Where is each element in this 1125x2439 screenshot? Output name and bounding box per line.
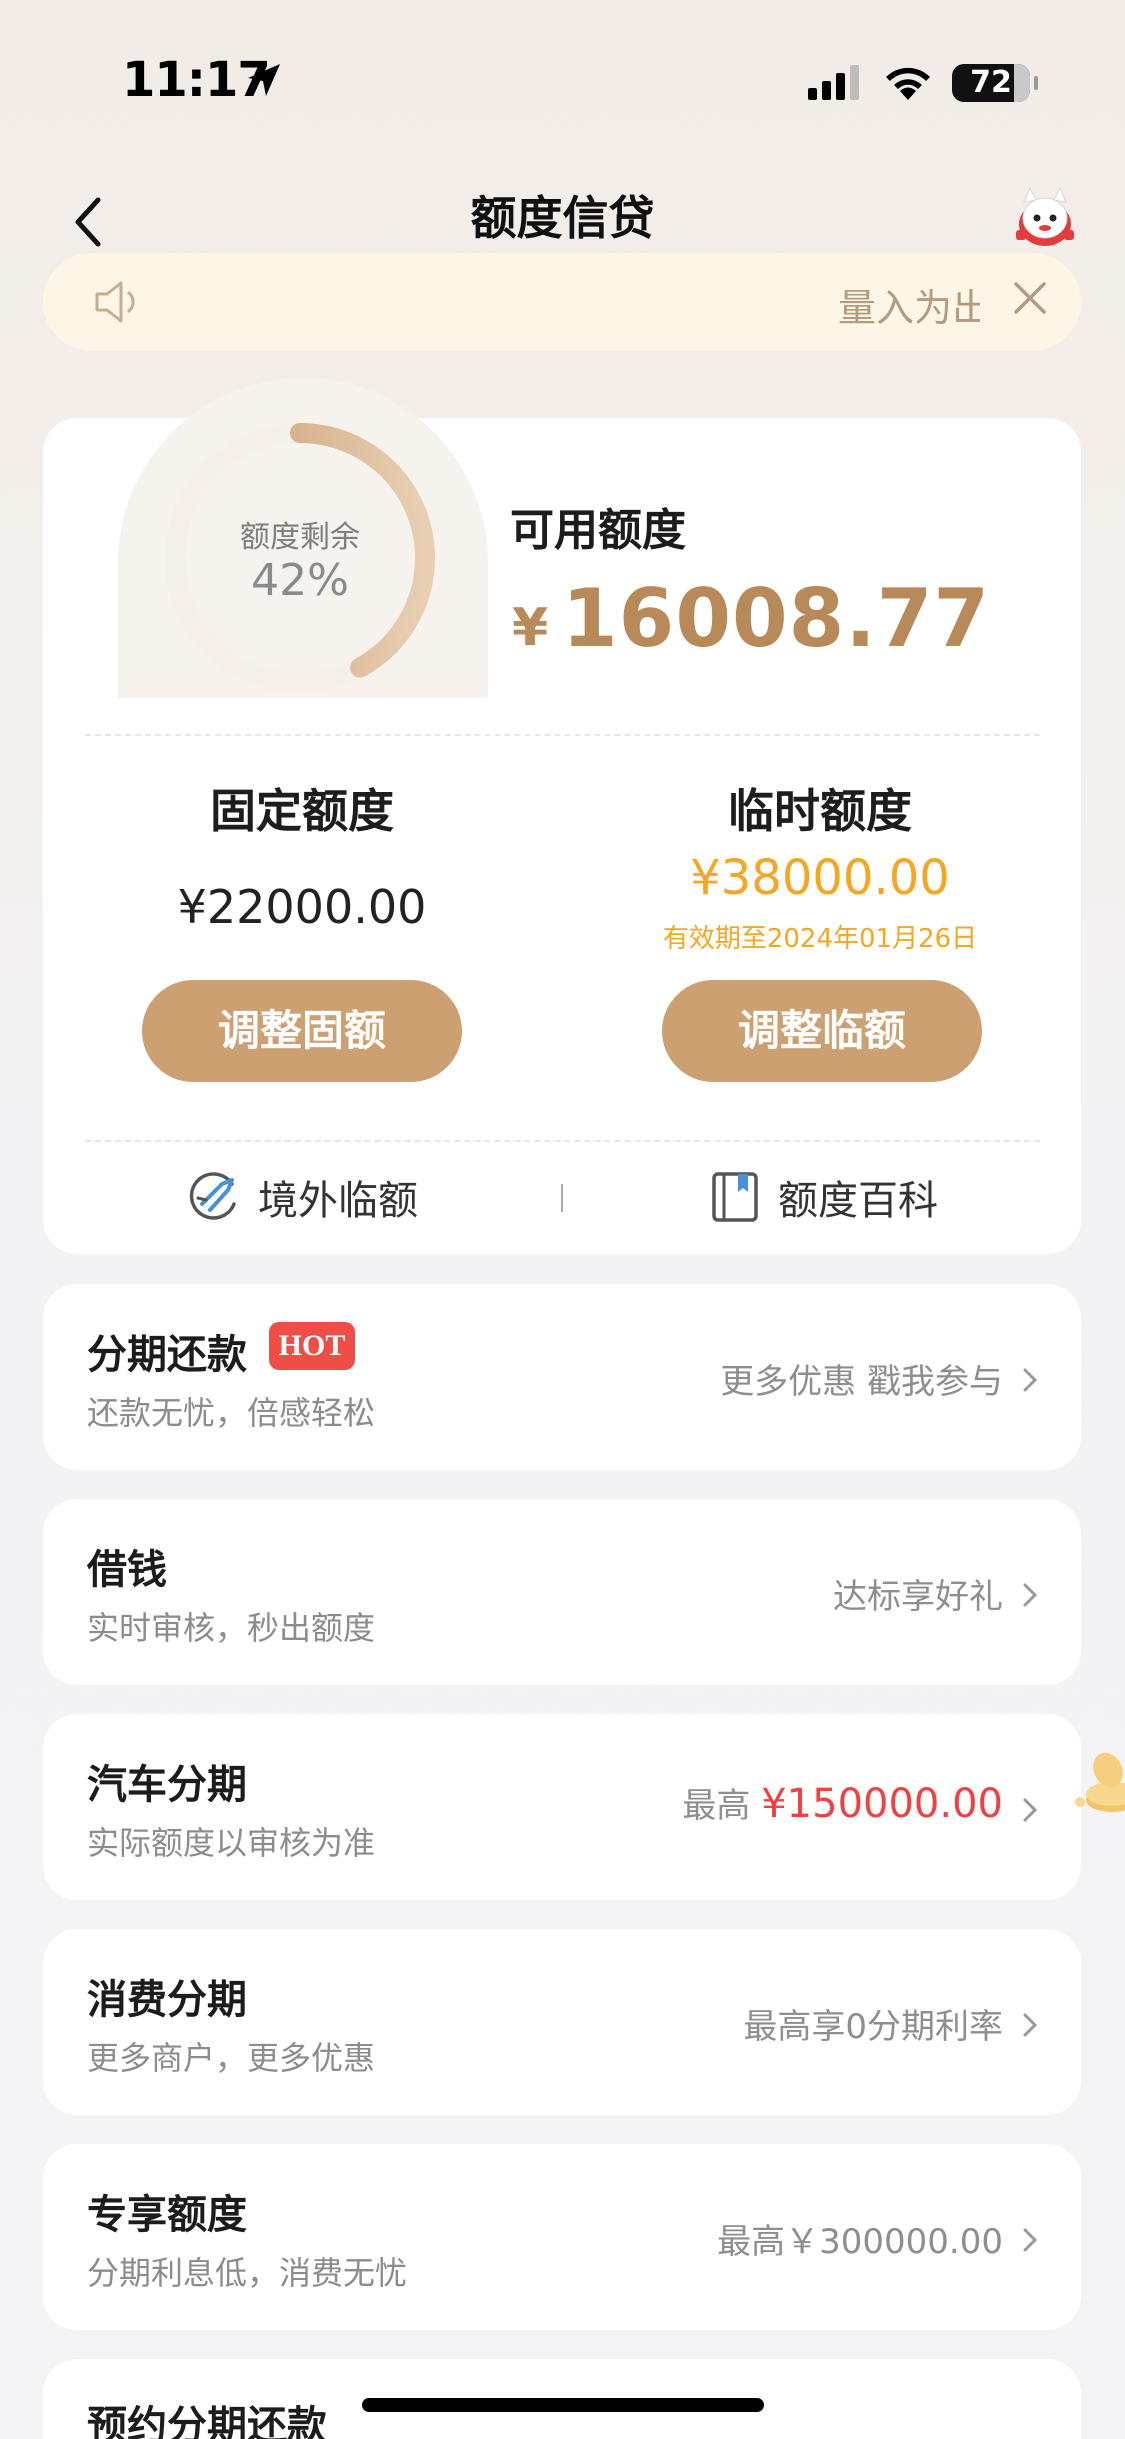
book-icon — [712, 1172, 758, 1222]
divider — [85, 1140, 1040, 1142]
list-item-installment-repay[interactable]: 分期还款 HOT 还款无忧，倍感轻松 更多优惠 戳我参与 — [43, 1284, 1081, 1470]
chevron-right-icon — [1023, 1368, 1038, 1392]
floating-coins-icon[interactable] — [1068, 1740, 1125, 1860]
nav-bar: 额度信贷 — [0, 160, 1125, 260]
credit-wiki-link[interactable]: 额度百科 — [708, 1165, 938, 1229]
mascot-icon[interactable] — [1010, 184, 1080, 250]
item-subtitle: 实时审核，秒出额度 — [87, 1609, 376, 1647]
battery-indicator: 72 — [952, 64, 1038, 102]
item-subtitle: 分期利息低，消费无忧 — [87, 2254, 408, 2292]
list-item-consumer-installment[interactable]: 消费分期 更多商户，更多优惠 最高享0分期利率 — [43, 1929, 1081, 2115]
credit-wiki-label: 额度百科 — [778, 1178, 938, 1224]
speaker-icon — [95, 281, 135, 323]
temp-credit-amount: ¥38000.00 — [690, 850, 950, 906]
item-title: 借钱 — [87, 1547, 167, 1593]
list-item-borrow[interactable]: 借钱 实时审核，秒出额度 达标享好礼 — [43, 1499, 1081, 1685]
battery-level: 72 — [970, 65, 1012, 100]
item-promo: 更多优惠 戳我参与 — [720, 1362, 1003, 1402]
ring-percentage: 42% — [251, 555, 349, 606]
link-separator — [561, 1184, 563, 1212]
cellular-signal-icon — [808, 65, 859, 100]
battery-empty-segment — [1014, 64, 1030, 102]
location-arrow-icon — [248, 64, 280, 96]
item-subtitle: 还款无忧，倍感轻松 — [87, 1394, 376, 1432]
temp-credit-title: 临时额度 — [728, 784, 912, 838]
status-bar: 11:17 72 — [0, 0, 1125, 160]
fixed-credit-title: 固定额度 — [210, 784, 394, 838]
item-promo: 达标享好礼 — [833, 1577, 1003, 1617]
max-prefix: 最高 — [682, 1786, 751, 1826]
item-title: 预约分期还款 — [87, 2403, 327, 2439]
ring-label: 额度剩余 — [240, 520, 360, 555]
overseas-credit-link[interactable]: 境外临额 — [188, 1165, 418, 1229]
chevron-right-icon — [1023, 1798, 1038, 1822]
item-promo: 最高￥300000.00 — [717, 2222, 1003, 2262]
max-amount: ¥150000.00 — [761, 1781, 1003, 1827]
item-title: 分期还款 — [87, 1332, 247, 1378]
chevron-right-icon — [1023, 2228, 1038, 2252]
close-icon[interactable] — [1010, 278, 1050, 318]
chevron-right-icon — [1023, 2013, 1038, 2037]
temp-credit-validity: 有效期至2024年01月26日 — [662, 924, 978, 954]
item-title: 专享额度 — [87, 2192, 247, 2238]
notice-text: 量入为出 — [838, 286, 980, 330]
chevron-right-icon — [1023, 1583, 1038, 1607]
item-subtitle: 实际额度以审核为准 — [87, 1824, 376, 1862]
item-title: 消费分期 — [87, 1977, 247, 2023]
hot-badge: HOT — [269, 1322, 355, 1370]
fixed-credit-amount: ¥22000.00 — [177, 880, 427, 934]
page-title: 额度信贷 — [470, 191, 655, 245]
item-promo: 最高享0分期利率 — [743, 2007, 1003, 2047]
adjust-temp-button[interactable]: 调整临额 — [662, 980, 982, 1082]
list-item-car-installment[interactable]: 汽车分期 实际额度以审核为准 最高 ¥150000.00 — [43, 1714, 1081, 1900]
plane-globe-icon — [189, 1172, 236, 1220]
overseas-credit-label: 境外临额 — [258, 1178, 418, 1224]
available-credit-label: 可用额度 — [510, 505, 686, 556]
adjust-fixed-button[interactable]: 调整固额 — [142, 980, 462, 1082]
available-credit-amount: 16008.77 — [562, 572, 991, 665]
item-subtitle: 更多商户，更多优惠 — [87, 2039, 376, 2077]
wifi-icon — [886, 67, 930, 100]
home-indicator — [362, 2398, 764, 2412]
divider — [85, 734, 1040, 736]
list-item-exclusive-credit[interactable]: 专享额度 分期利息低，消费无忧 最高￥300000.00 — [43, 2144, 1081, 2330]
item-promo: 最高 ¥150000.00 — [682, 1778, 1003, 1827]
notice-bar[interactable]: 量入为出 — [43, 253, 1081, 351]
available-currency: ¥ — [512, 598, 549, 658]
item-title: 汽车分期 — [87, 1762, 247, 1808]
